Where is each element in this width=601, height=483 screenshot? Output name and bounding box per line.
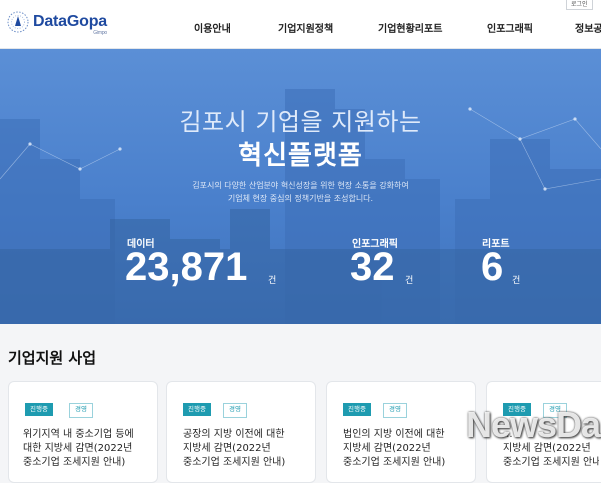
category-badge: 경영 <box>383 403 407 418</box>
hero-description-line1: 김포시의 다양한 산업분야 혁신성장을 위한 현장 소통을 강화하여 <box>192 181 409 190</box>
stat-infographic-value[interactable]: 32 <box>350 243 395 291</box>
hero-banner: 김포시 기업을 지원하는 혁신플랫폼 김포시의 다양한 산업분야 혁신성장을 위… <box>0 49 601 324</box>
stat-data-unit: 건 <box>268 276 277 286</box>
hero-title-strong: 혁신플랫폼 <box>238 141 363 171</box>
status-badge: 진행중 <box>25 403 53 416</box>
stat-report-value[interactable]: 6 <box>481 243 503 291</box>
support-card[interactable]: 진행중 경영 법인의 지방 이전에 대한 지방세 감면(2022년 중소기업 조… <box>326 381 476 483</box>
status-badge: 진행중 <box>343 403 371 416</box>
support-card[interactable]: 진행중 경영 위기지역 내 중소기업 등에 대한 지방세 감면(2022년 중소… <box>8 381 158 483</box>
section-title: 기업지원 사업 <box>8 349 97 367</box>
hero-description-line2: 기업체 현장 중심의 정책기반을 조성합니다. <box>227 194 374 203</box>
site-header: DataGopa Gimpo 로그인 이용안내 기업지원정책 기업현황리포트 인… <box>0 0 601 49</box>
nav-item-report[interactable]: 기업현황리포트 <box>378 20 442 35</box>
card-title: 위기지역 내 중소기업 등에 대한 지방세 감면(2022년 중소기업 조세지원… <box>23 429 134 468</box>
nav-item-infographic[interactable]: 인포그래픽 <box>487 20 533 35</box>
category-badge: 경영 <box>69 403 93 418</box>
login-button[interactable]: 로그인 <box>566 0 593 10</box>
nav-item-policy[interactable]: 기업지원정책 <box>278 20 333 35</box>
stat-data-value[interactable]: 23,871 <box>125 243 247 291</box>
category-badge: 경영 <box>223 403 247 418</box>
support-card[interactable]: 진행중 경영 공장의 지방 이전에 대한 지방세 감면(2022년 중소기업 조… <box>166 381 316 483</box>
card-title: 공장의 지방 이전에 대한 지방세 감면(2022년 중소기업 조세지원 안내) <box>183 429 286 468</box>
stat-infographic-unit: 건 <box>405 276 414 286</box>
logo-subtext: Gimpo <box>93 30 107 36</box>
logo-icon <box>7 11 29 33</box>
logo-text: DataGopa Gimpo <box>33 13 107 36</box>
nav-item-info[interactable]: 정보공 <box>575 20 601 35</box>
nav-item-guide[interactable]: 이용안내 <box>194 20 231 35</box>
status-badge: 진행중 <box>183 403 211 416</box>
hero-title: 김포시 기업을 지원하는 <box>179 108 422 136</box>
stat-report-unit: 건 <box>512 276 521 286</box>
site-logo[interactable]: DataGopa Gimpo <box>6 10 107 36</box>
card-title: 법인의 지방 이전에 대한 지방세 감면(2022년 중소기업 조세지원 안내) <box>343 429 446 468</box>
newsda-watermark: NewsDa <box>466 404 601 445</box>
